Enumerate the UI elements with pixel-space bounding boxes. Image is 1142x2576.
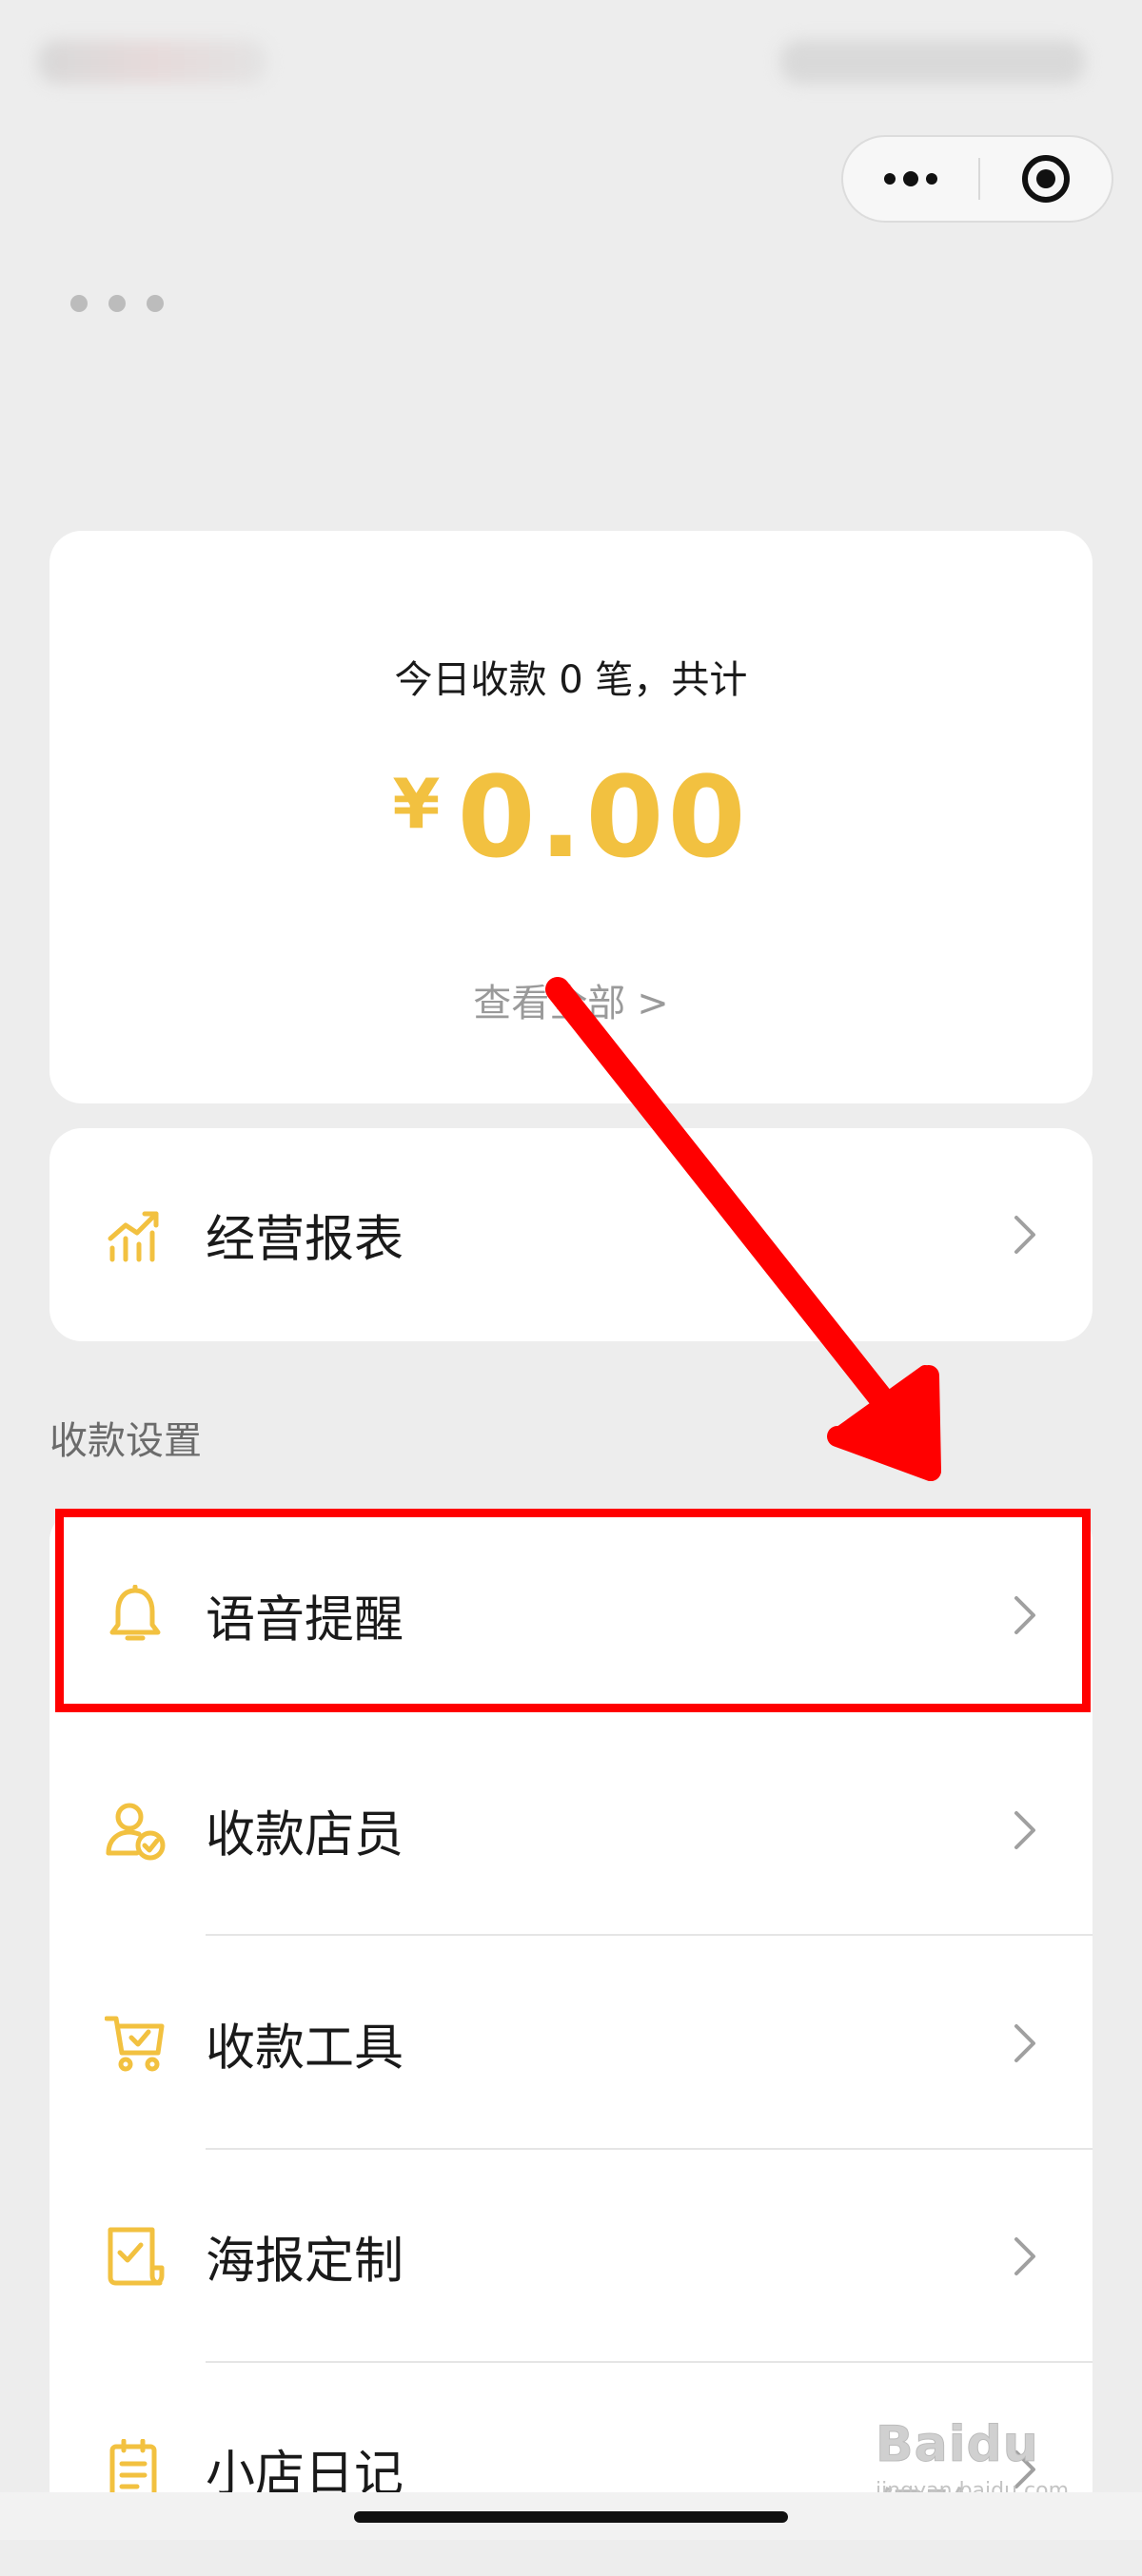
business-report-label: 经营报表 (206, 1211, 404, 1269)
currency-symbol: ¥ (392, 764, 441, 844)
business-report-row[interactable]: 经营报表 (49, 1128, 1093, 1341)
miniprogram-capsule (841, 135, 1113, 223)
settings-item-poster-custom[interactable]: 海报定制 (49, 2150, 1093, 2363)
list-divider (206, 1934, 1093, 1936)
home-indicator[interactable] (354, 2511, 788, 2523)
settings-item-label: 语音提醒 (206, 1591, 404, 1649)
chevron-right-icon: > (637, 982, 669, 1025)
view-all-label: 查看全部 (473, 982, 626, 1025)
poster-check-icon (108, 2227, 165, 2286)
chevron-right-icon (1014, 1811, 1035, 1849)
status-bar (0, 0, 1142, 124)
capsule-close-button[interactable] (980, 137, 1112, 221)
cart-check-icon (105, 2016, 165, 2072)
loading-dot (147, 295, 164, 312)
amount-value: 0.00 (457, 751, 750, 883)
settings-item-label: 收款店员 (206, 1806, 404, 1864)
chevron-right-icon (1014, 2237, 1035, 2275)
ellipsis-icon (884, 171, 937, 186)
loading-dots (70, 295, 164, 312)
today-summary-text: 今日收款 0 笔，共计 (394, 658, 748, 702)
chart-trend-icon (108, 1211, 159, 1262)
chevron-right-icon (1014, 1596, 1035, 1634)
settings-item-label: 海报定制 (206, 2233, 404, 2291)
notebook-icon (109, 2439, 157, 2499)
status-bar-blurred-time (38, 40, 266, 84)
view-all-link[interactable]: 查看全部 > (0, 972, 1142, 1027)
payment-settings-title: 收款设置 (49, 1419, 202, 1463)
target-icon (1022, 155, 1070, 203)
today-amount: ¥0.00 (0, 751, 1142, 883)
settings-item-voice-reminder[interactable]: 语音提醒 (49, 1509, 1093, 1722)
bell-icon (109, 1585, 161, 1641)
loading-dot (108, 295, 126, 312)
baidu-watermark: Baidu 经验 jingyan.baidu.com (876, 2416, 1104, 2544)
chevron-right-icon (1014, 2024, 1035, 2062)
settings-item-label: 收款工具 (206, 2020, 404, 2078)
status-bar-blurred-indicators (780, 40, 1085, 84)
settings-item-cashier-staff[interactable]: 收款店员 (49, 1724, 1093, 1937)
staff-check-icon (106, 1803, 166, 1861)
chevron-right-icon (1014, 1216, 1035, 1254)
loading-dot (70, 295, 88, 312)
capsule-menu-button[interactable] (843, 137, 978, 221)
settings-item-payment-tools[interactable]: 收款工具 (49, 1937, 1093, 2150)
